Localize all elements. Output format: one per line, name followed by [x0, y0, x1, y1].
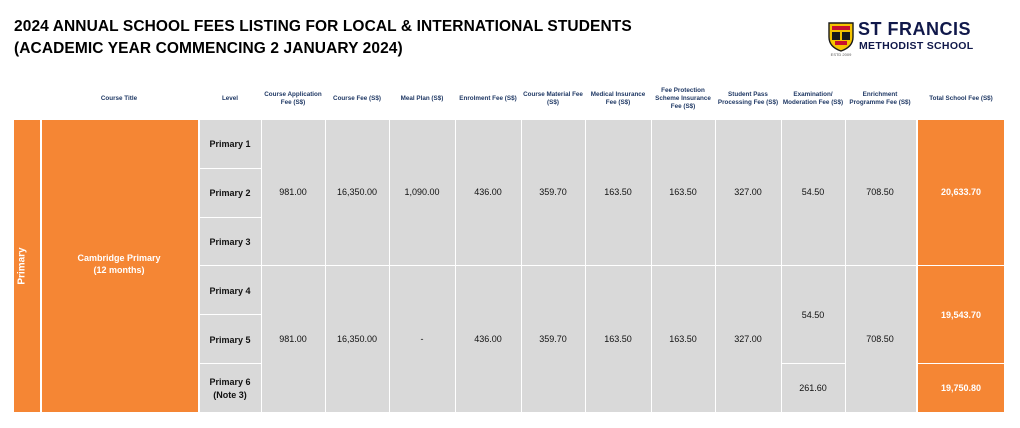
fee-grid [200, 120, 916, 412]
level-primary-3: Primary 3 [209, 237, 251, 247]
level-primary-6: Primary 6 (Note 3) [200, 376, 260, 401]
g2-medical-fee: 163.50 [604, 334, 632, 344]
document-title: 2024 ANNUAL SCHOOL FEES LISTING FOR LOCA… [14, 18, 632, 35]
g2-total-fee-p4-p5: 19,543.70 [940, 310, 982, 320]
header-course-fee: Course Fee (S$) [333, 94, 381, 102]
level-primary-6-label: Primary 6 [209, 377, 251, 387]
g1-medical-fee: 163.50 [604, 187, 632, 197]
header-medical-fee: Medical Insurance Fee (S$) [590, 90, 646, 106]
document-subtitle: (ACADEMIC YEAR COMMENCING 2 JANUARY 2024… [14, 40, 403, 57]
g2-total-fee-p6: 19,750.80 [940, 383, 982, 393]
header-level: Level [221, 94, 239, 102]
g2-exam-fee-p4-p5: 54.50 [801, 310, 825, 320]
course-title: Cambridge Primary (12 months) [42, 253, 196, 276]
header-meal-plan: Meal Plan (S$) [400, 94, 444, 102]
g1-application-fee: 981.00 [279, 187, 307, 197]
g2-enrichment-fee: 708.50 [866, 334, 894, 344]
level-primary-5: Primary 5 [209, 335, 251, 345]
level-primary-2: Primary 2 [209, 188, 251, 198]
g2-enrolment-fee: 436.00 [474, 334, 502, 344]
course-duration: (12 months) [93, 264, 145, 275]
g2-protection-fee: 163.50 [669, 334, 697, 344]
g1-protection-fee: 163.50 [669, 187, 697, 197]
header-total-fee: Total School Fee (S$) [929, 94, 993, 102]
header-course-title: Course Title [100, 94, 138, 102]
g2-application-fee: 981.00 [279, 334, 307, 344]
g1-total-fee: 20,633.70 [940, 187, 982, 197]
g1-meal-plan: 1,090.00 [404, 187, 440, 197]
g2-meal-plan: - [420, 334, 424, 344]
category-label: Primary [16, 247, 28, 285]
course-name: Cambridge Primary [77, 253, 161, 263]
g2-exam-fee-p6: 261.60 [799, 383, 827, 393]
header-enrolment-fee: Enrolment Fee (S$) [459, 94, 517, 102]
header-enrichment-fee: Enrichment Programme Fee (S$) [849, 90, 911, 106]
g1-exam-fee: 54.50 [801, 187, 825, 197]
g2-material-fee: 359.70 [539, 334, 567, 344]
header-material-fee: Course Material Fee (S$) [523, 90, 583, 106]
level-primary-6-note: (Note 3) [213, 389, 247, 400]
logo-subtitle: METHODIST SCHOOL [859, 40, 974, 52]
logo-name: ST FRANCIS [858, 19, 971, 39]
header-student-pass-fee: Student Pass Processing Fee (S$) [717, 90, 779, 106]
logo-year: ESTD 2009 [830, 52, 852, 57]
g1-material-fee: 359.70 [539, 187, 567, 197]
crest-icon [828, 22, 854, 52]
g2-student-pass-fee: 327.00 [734, 334, 762, 344]
g2-course-fee: 16,350.00 [336, 334, 378, 344]
g1-student-pass-fee: 327.00 [734, 187, 762, 197]
total-column [918, 120, 1004, 412]
g1-enrolment-fee: 436.00 [474, 187, 502, 197]
header-exam-fee: Examination/ Moderation Fee (S$) [782, 90, 844, 106]
header-protection-fee: Fee Protection Scheme Insurance Fee (S$) [655, 86, 711, 111]
level-primary-1: Primary 1 [209, 139, 251, 149]
header-application-fee: Course Application Fee (S$) [264, 90, 322, 106]
g1-course-fee: 16,350.00 [336, 187, 378, 197]
g1-enrichment-fee: 708.50 [866, 187, 894, 197]
school-logo: ESTD 2009 ST FRANCIS METHODIST SCHOOL [828, 19, 988, 62]
level-primary-4: Primary 4 [209, 286, 251, 296]
